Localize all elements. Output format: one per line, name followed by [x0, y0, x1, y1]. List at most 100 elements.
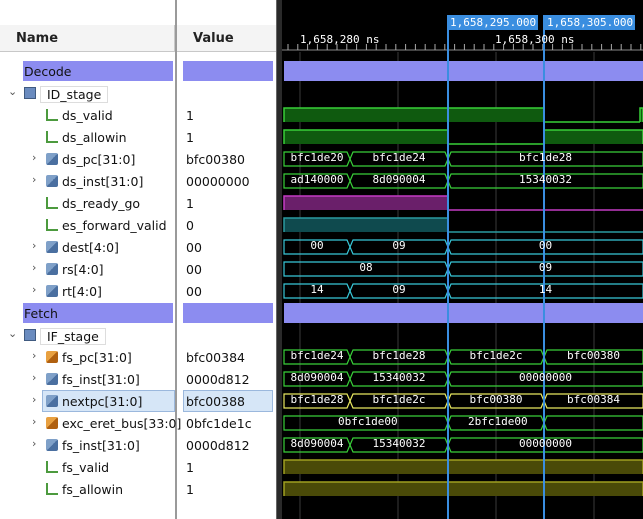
signal-name: ds_valid	[62, 108, 113, 123]
signal-value: 1	[186, 130, 194, 145]
bit-high-fill	[284, 130, 448, 144]
bus-value-label: bfc1de24	[290, 349, 344, 362]
signal-name: nextpc[31:0]	[62, 394, 143, 409]
group-value-bar	[183, 61, 273, 81]
cursor-2-label[interactable]: 1,658,305.000	[545, 15, 636, 30]
group-wave-bar	[284, 61, 643, 81]
signal-value: bfc00388	[186, 394, 245, 409]
signal-row[interactable]: › ds_inst[31:0] 00000000	[0, 170, 276, 192]
signal-name: ds_pc[31:0]	[62, 152, 136, 167]
group-row[interactable]: Fetch	[0, 302, 276, 324]
chevron-right-icon[interactable]: ›	[32, 437, 36, 450]
bus-value-label: 00000000	[519, 437, 572, 450]
group-row[interactable]: Decode	[0, 60, 276, 82]
bus-signal-icon	[46, 175, 58, 187]
signal-row[interactable]: fs_allowin 1	[0, 478, 276, 500]
bus-value-label: 8d090004	[290, 371, 344, 384]
group-wave-bar	[284, 303, 643, 323]
bit-high-fill	[284, 108, 544, 122]
signal-name: ds_ready_go	[62, 196, 141, 211]
chevron-right-icon[interactable]: ›	[32, 173, 36, 186]
signal-name: dest[4:0]	[62, 240, 119, 255]
bus-value-label: 15340032	[372, 437, 426, 450]
signal-row[interactable]: › fs_pc[31:0] bfc00384	[0, 346, 276, 368]
bus-value-label: bfc1de20	[290, 151, 344, 164]
bus-value-label: 15340032	[372, 371, 426, 384]
signal-row[interactable]: ds_ready_go 1	[0, 192, 276, 214]
bit-signal-icon	[46, 109, 58, 121]
chevron-down-icon[interactable]: ⌄	[8, 85, 17, 98]
scope-row[interactable]: ⌄ IF_stage	[0, 324, 276, 346]
bus-value-label: bfc00380	[469, 393, 523, 406]
name-column-header[interactable]: Name	[0, 25, 175, 52]
chevron-right-icon[interactable]: ›	[32, 349, 36, 362]
signal-value: 0000d812	[186, 438, 250, 453]
signal-name: exc_eret_bus[33:0]	[62, 416, 182, 431]
chevron-right-icon[interactable]: ›	[32, 151, 36, 164]
signal-row[interactable]: › rt[4:0] 00	[0, 280, 276, 302]
signal-row[interactable]: fs_valid 1	[0, 456, 276, 478]
bus-value-label: 09	[392, 239, 406, 252]
value-column-header[interactable]: Value	[177, 25, 276, 52]
signal-value: 1	[186, 196, 194, 211]
signal-row[interactable]: › exc_eret_bus[33:0] 0bfc1de1c	[0, 412, 276, 434]
bit-signal-icon	[46, 197, 58, 209]
scope-label: ID_stage	[40, 86, 109, 103]
chevron-right-icon[interactable]: ›	[32, 261, 36, 274]
scroll-residue	[0, 0, 276, 25]
signal-row[interactable]: › ds_pc[31:0] bfc00380	[0, 148, 276, 170]
cursor-1-label[interactable]: 1,658,295.000	[448, 15, 539, 30]
bus-value-label: bfc00384	[567, 393, 620, 406]
bus-value-label: 15340032	[519, 173, 572, 186]
bus-signal-icon	[46, 373, 58, 385]
bus-signal-icon	[46, 285, 58, 297]
signal-row[interactable]: es_forward_valid 0	[0, 214, 276, 236]
signal-name: fs_inst[31:0]	[62, 372, 140, 387]
signal-row[interactable]: › nextpc[31:0] bfc00388	[0, 390, 276, 412]
bus-value-label: bfc1de2c	[372, 393, 426, 406]
bus-value-label: 00000000	[519, 371, 572, 384]
signal-row[interactable]: › fs_inst[31:0] 0000d812	[0, 368, 276, 390]
signal-value: 1	[186, 482, 194, 497]
signal-row[interactable]: ds_valid 1	[0, 104, 276, 126]
bus-value-label: 8d090004	[290, 437, 344, 450]
signal-row[interactable]: ds_allowin 1	[0, 126, 276, 148]
chevron-right-icon[interactable]: ›	[32, 371, 36, 384]
bit-high-fill	[284, 482, 643, 496]
chevron-right-icon[interactable]: ›	[32, 415, 36, 428]
signal-value: bfc00380	[186, 152, 245, 167]
signal-name: fs_inst[31:0]	[62, 438, 140, 453]
waveform-pane[interactable]: 1,658,295.000 1,658,305.000 1,658,280 ns…	[282, 0, 643, 519]
bus-value-label: 09	[392, 283, 406, 296]
chevron-right-icon[interactable]: ›	[32, 393, 36, 406]
bit-high-fill	[284, 196, 448, 210]
signal-value: 1	[186, 460, 194, 475]
value-header-label: Value	[193, 31, 234, 46]
bus-value-label: ad140000	[290, 173, 344, 186]
name-header-label: Name	[16, 31, 59, 46]
scope-row[interactable]: ⌄ ID_stage	[0, 82, 276, 104]
signal-row[interactable]: › rs[4:0] 00	[0, 258, 276, 280]
bus-value-label: 09	[538, 261, 553, 274]
signal-value: 1	[186, 108, 194, 123]
signal-value: 00	[186, 240, 202, 255]
bus-signal-icon	[46, 351, 58, 363]
signal-value: bfc00384	[186, 350, 245, 365]
signal-row[interactable]: › dest[4:0] 00	[0, 236, 276, 258]
bit-signal-icon	[46, 131, 58, 143]
chevron-right-icon[interactable]: ›	[32, 239, 36, 252]
bus-signal-icon	[46, 417, 58, 429]
signal-name: fs_pc[31:0]	[62, 350, 132, 365]
signal-name: fs_allowin	[62, 482, 124, 497]
signal-value: 0bfc1de1c	[186, 416, 252, 431]
bit-signal-icon	[46, 219, 58, 231]
bus-value-label: 8d090004	[372, 173, 426, 186]
bus-value-label: 14	[538, 283, 553, 296]
signal-value: 00	[186, 284, 202, 299]
chevron-right-icon[interactable]: ›	[32, 283, 36, 296]
chevron-down-icon[interactable]: ⌄	[8, 327, 17, 340]
signal-value: 00000000	[186, 174, 250, 189]
signal-row[interactable]: › fs_inst[31:0] 0000d812	[0, 434, 276, 456]
signal-value: 00	[186, 262, 202, 277]
signal-name: ds_inst[31:0]	[62, 174, 144, 189]
